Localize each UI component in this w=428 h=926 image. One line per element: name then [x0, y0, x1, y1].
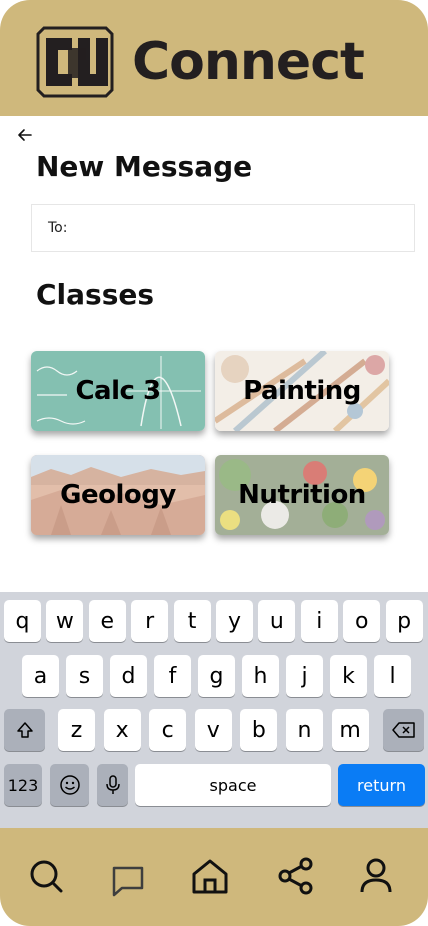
return-key[interactable]: return	[338, 764, 425, 806]
app-screen: Connect New Message To: Classes Calc 3 P…	[0, 0, 428, 926]
class-label: Calc 3	[75, 376, 161, 406]
class-label: Geology	[60, 480, 176, 510]
class-card-painting[interactable]: Painting	[215, 351, 389, 431]
key-a[interactable]: a	[22, 655, 59, 697]
bottom-nav	[0, 828, 428, 926]
page-title: New Message	[36, 150, 253, 183]
classes-heading: Classes	[36, 278, 155, 311]
chat-icon[interactable]	[108, 860, 148, 900]
app-header: Connect	[0, 0, 428, 116]
class-card-calc3[interactable]: Calc 3	[31, 351, 205, 431]
numbers-key[interactable]: 123	[4, 764, 42, 806]
emoji-icon	[59, 775, 80, 795]
backspace-icon	[391, 722, 415, 738]
arrow-left-icon[interactable]	[16, 126, 34, 144]
space-key[interactable]: space	[135, 764, 331, 806]
key-w[interactable]: w	[46, 600, 84, 642]
class-card-geology[interactable]: Geology	[31, 455, 205, 535]
key-c[interactable]: c	[149, 709, 187, 751]
key-g[interactable]: g	[198, 655, 235, 697]
recipient-field[interactable]: To:	[31, 204, 415, 252]
key-k[interactable]: k	[330, 655, 367, 697]
shift-icon	[16, 722, 33, 738]
search-icon[interactable]	[26, 856, 66, 896]
key-m[interactable]: m	[331, 709, 369, 751]
key-z[interactable]: z	[58, 709, 95, 751]
class-label: Nutrition	[238, 480, 366, 510]
key-q[interactable]: q	[4, 600, 41, 642]
key-s[interactable]: s	[66, 655, 103, 697]
key-u[interactable]: u	[258, 600, 296, 642]
key-t[interactable]: t	[173, 600, 211, 642]
key-r[interactable]: r	[131, 600, 169, 642]
shift-key[interactable]	[4, 709, 45, 751]
onscreen-keyboard: qwertyuiop asdfghjkl zxcvbnm 123 space r…	[0, 592, 428, 828]
key-o[interactable]: o	[343, 600, 381, 642]
emoji-key[interactable]	[50, 764, 89, 806]
to-label: To:	[48, 220, 68, 236]
class-card-nutrition[interactable]: Nutrition	[215, 455, 389, 535]
key-v[interactable]: v	[194, 709, 232, 751]
profile-icon[interactable]	[356, 856, 396, 896]
key-x[interactable]: x	[103, 709, 141, 751]
key-d[interactable]: d	[110, 655, 147, 697]
home-icon[interactable]	[190, 856, 230, 896]
key-e[interactable]: e	[88, 600, 126, 642]
key-y[interactable]: y	[216, 600, 253, 642]
app-title: Connect	[132, 32, 365, 92]
key-n[interactable]: n	[286, 709, 323, 751]
share-icon[interactable]	[276, 856, 316, 896]
key-j[interactable]: j	[286, 655, 323, 697]
microphone-key[interactable]	[97, 764, 128, 806]
key-b[interactable]: b	[240, 709, 278, 751]
key-h[interactable]: h	[242, 655, 279, 697]
key-f[interactable]: f	[154, 655, 191, 697]
cu-logo	[36, 26, 114, 98]
key-p[interactable]: p	[385, 600, 423, 642]
microphone-icon	[105, 775, 120, 794]
class-label: Painting	[243, 376, 361, 406]
key-i[interactable]: i	[300, 600, 338, 642]
delete-key[interactable]	[383, 709, 424, 751]
key-l[interactable]: l	[374, 655, 411, 697]
